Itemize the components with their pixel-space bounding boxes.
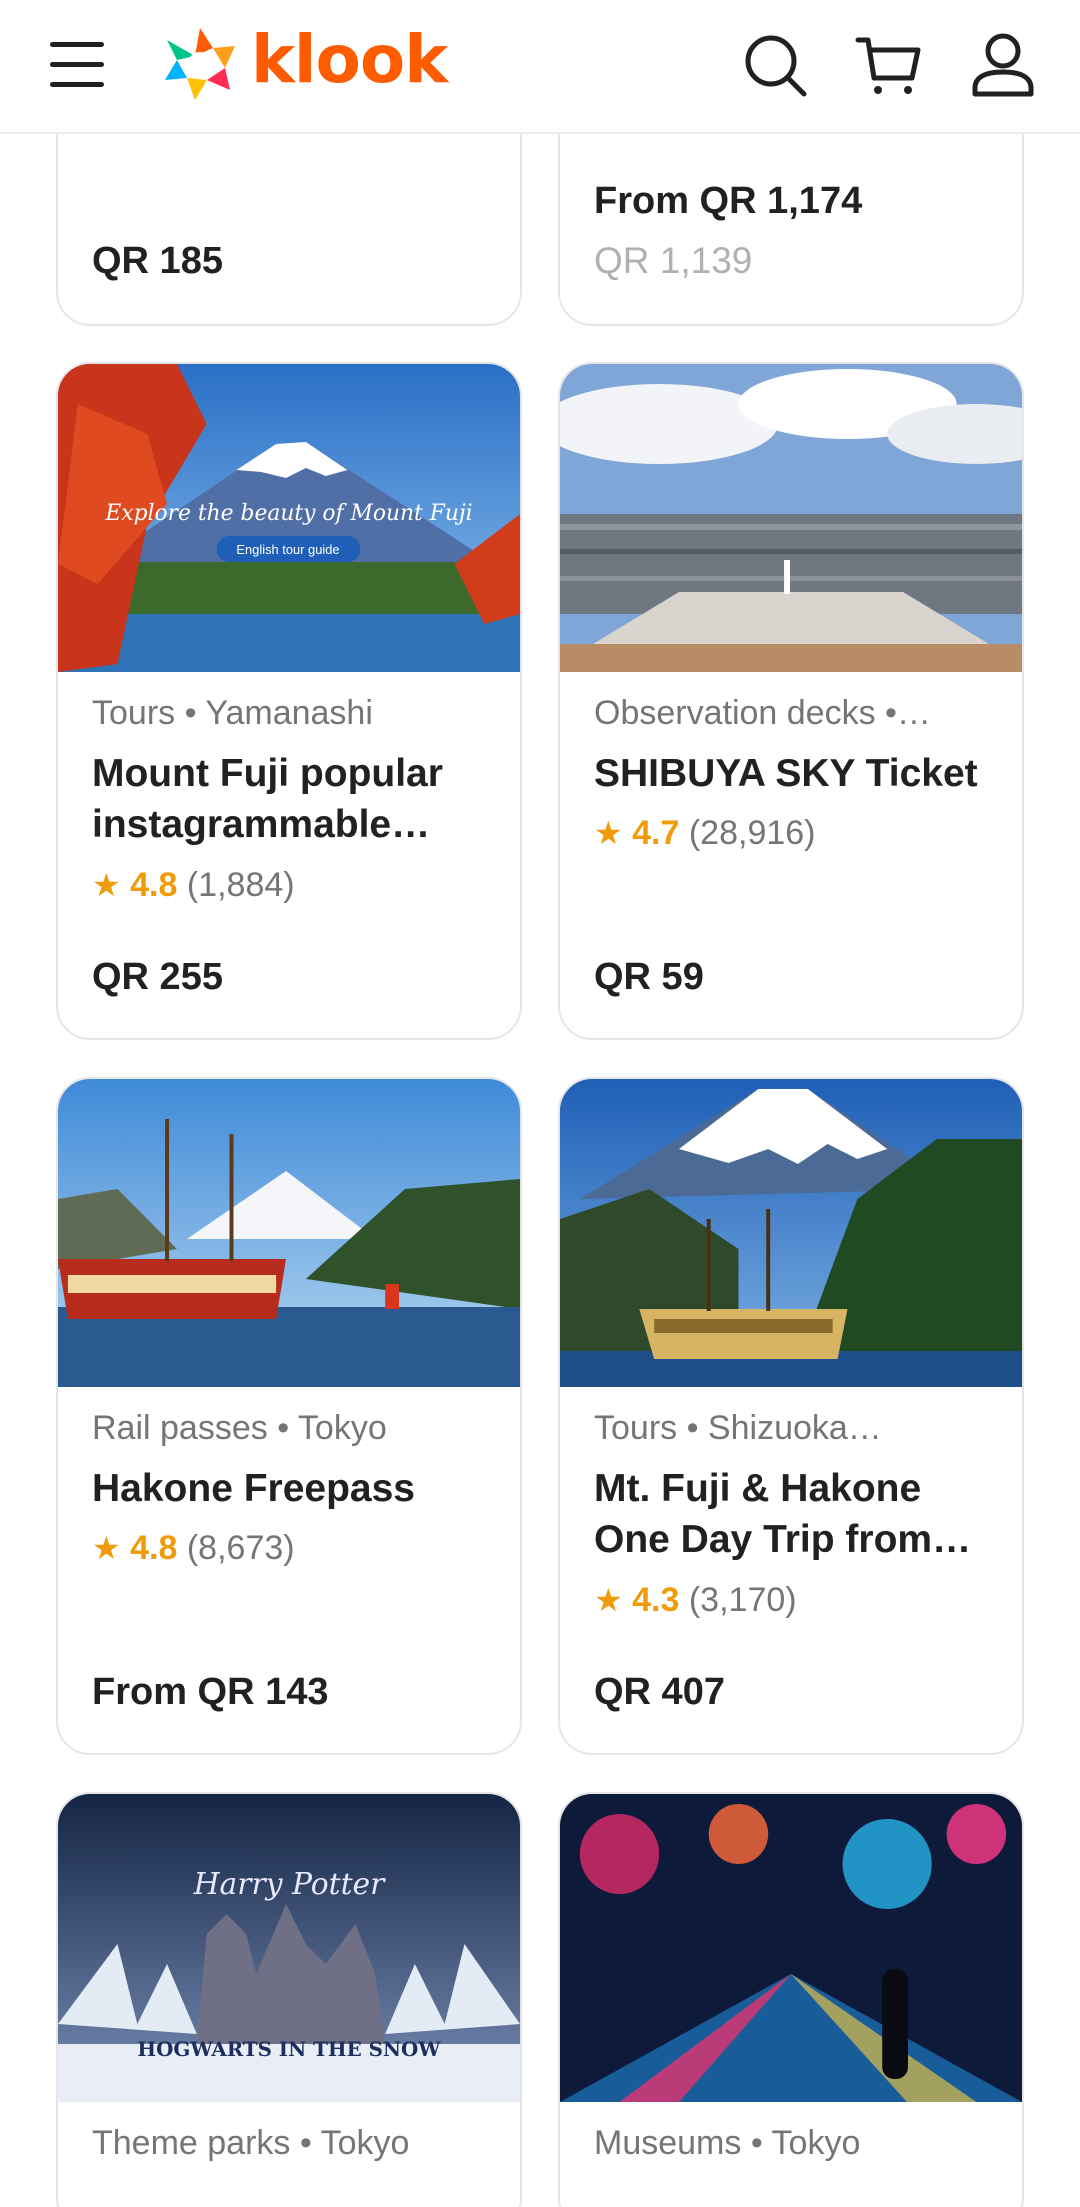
card-category: Observation decks •…: [594, 694, 931, 732]
search-icon[interactable]: [740, 30, 810, 100]
image-overlay-text: Explore the beauty of Mount Fuji: [104, 501, 472, 526]
activity-card[interactable]: Observation decks •… SHIBUYA SKY Ticket …: [558, 362, 1024, 1040]
mount-fuji-autumn-image: Explore the beauty of Mount Fuji English…: [58, 364, 520, 672]
user-icon[interactable]: [968, 30, 1038, 100]
image-text-title: Harry Potter: [193, 1867, 386, 1902]
card-rating: ★ 4.7 (28,916): [594, 814, 816, 853]
fuji-hakone-cruise-image: [560, 1079, 1022, 1387]
card-price: QR 407: [594, 1671, 725, 1713]
klook-logo[interactable]: klook: [155, 18, 448, 108]
card-price: QR 59: [594, 956, 704, 998]
rating-score: 4.8: [130, 1529, 178, 1567]
card-category: Tours • Yamanashi: [92, 694, 373, 732]
card-rating: ★ 4.8 (8,673): [92, 1529, 295, 1568]
activity-card[interactable]: Explore the beauty of Mount Fuji English…: [56, 362, 522, 1040]
cart-icon[interactable]: [854, 30, 924, 100]
review-count: (1,884): [186, 866, 295, 904]
card-rating: ★ 4.3 (3,170): [594, 1581, 797, 1620]
card-price: QR 185: [92, 240, 223, 282]
card-original-price: QR 1,139: [594, 240, 753, 281]
shibuya-sky-rooftop-image: [560, 364, 1022, 672]
rating-score: 4.3: [632, 1581, 680, 1619]
activity-card[interactable]: Tours • Shizuoka… Mt. Fuji & Hakone One …: [558, 1077, 1024, 1755]
activity-card[interactable]: Harry Potter HOGWARTS IN THE SNOW Theme …: [56, 1792, 522, 2207]
card-category: Museums • Tokyo: [594, 2124, 861, 2162]
review-count: (8,673): [186, 1529, 295, 1567]
digital-art-museum-image: [560, 1794, 1022, 2102]
star-icon: ★: [92, 1530, 121, 1566]
image-text-subtitle: HOGWARTS IN THE SNOW: [137, 2037, 441, 2061]
star-icon: ★: [594, 815, 623, 851]
review-count: (3,170): [688, 1581, 797, 1619]
harry-potter-hogwarts-snow-image: Harry Potter HOGWARTS IN THE SNOW: [58, 1794, 520, 2102]
card-title: Hakone Freepass: [92, 1467, 415, 1510]
star-icon: ★: [92, 867, 121, 903]
star-icon: ★: [594, 1582, 623, 1618]
brand-name: klook: [251, 20, 448, 98]
image-tag-text: English tour guide: [236, 542, 339, 557]
review-count: (28,916): [688, 814, 816, 852]
hamburger-menu-icon[interactable]: [50, 40, 108, 90]
klook-logo-mark-icon: [165, 28, 235, 100]
rating-score: 4.8: [130, 866, 178, 904]
card-rating: ★ 4.8 (1,884): [92, 866, 295, 905]
rating-score: 4.7: [632, 814, 680, 852]
card-title: Mount Fuji popular instagrammable…: [92, 752, 443, 846]
card-title: SHIBUYA SKY Ticket: [594, 752, 978, 795]
card-category: Rail passes • Tokyo: [92, 1409, 387, 1447]
card-category: Theme parks • Tokyo: [92, 2124, 410, 2162]
card-price: From QR 143: [92, 1671, 329, 1713]
hakone-pirate-ship-image: [58, 1079, 520, 1387]
card-category: Tours • Shizuoka…: [594, 1409, 882, 1447]
activity-card[interactable]: Rail passes • Tokyo Hakone Freepass ★ 4.…: [56, 1077, 522, 1755]
card-price: From QR 1,174: [594, 180, 863, 222]
card-title: Mt. Fuji & Hakone One Day Trip from…: [594, 1467, 972, 1561]
card-price: QR 255: [92, 956, 223, 998]
activity-card[interactable]: Museums • Tokyo: [558, 1792, 1024, 2207]
top-header: klook: [0, 0, 1080, 134]
